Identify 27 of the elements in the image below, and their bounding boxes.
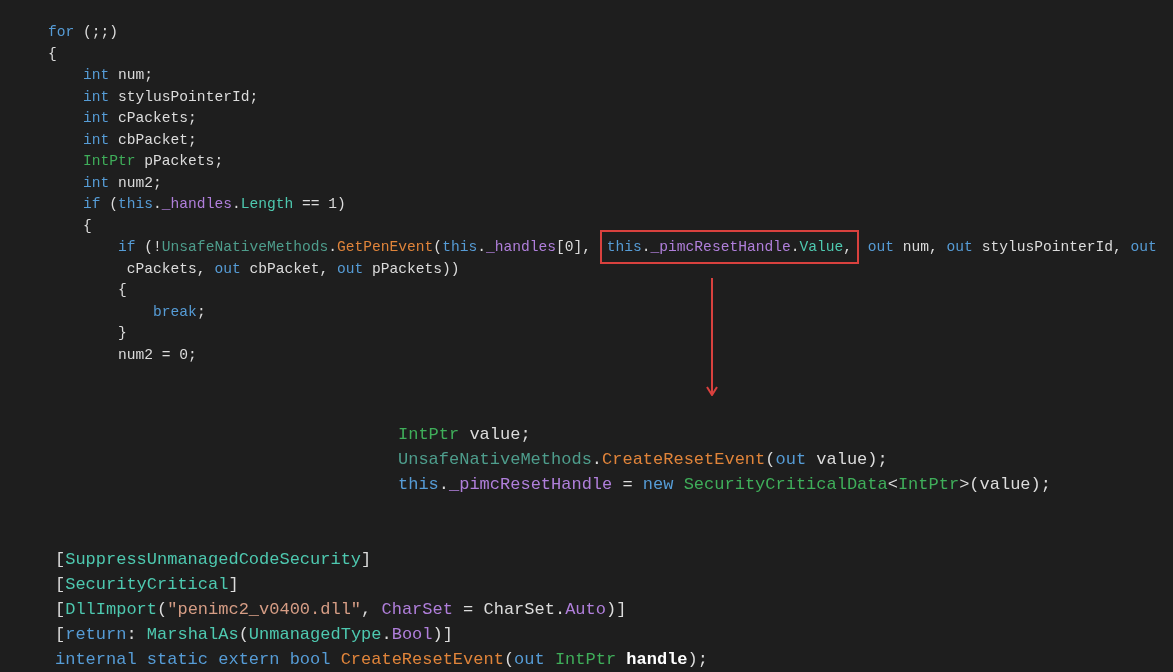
code-line: break; xyxy=(153,302,206,322)
code-line: [return: MarshalAs(UnmanagedType.Bool)] xyxy=(55,624,453,646)
code-line: int num; xyxy=(83,66,154,85)
code-line: { xyxy=(83,216,92,236)
code-line: int cbPacket; xyxy=(83,130,197,150)
arrow-icon xyxy=(706,278,718,396)
code-line: int cPackets; xyxy=(83,109,197,128)
code-line: this._pimcResetHandle = new SecurityCriticalData<IntPtr>(value); xyxy=(398,474,1051,496)
code-line: internal static extern bool CreateResetEvent(out IntPtr handle); xyxy=(55,649,708,671)
code-text: out num, out stylusPointerId, out xyxy=(866,239,1157,255)
code-line: int stylusPointerId; xyxy=(83,87,259,107)
code-line: [SuppressUnmanagedCodeSecurity] xyxy=(55,549,372,571)
code-line: [DllImport("penimc2_v0400.dll", CharSet = CharSet.Auto)] xyxy=(55,599,627,621)
code-line: int num2; xyxy=(83,173,162,193)
code-text: if (!UnsafeNativeMethods.GetPenEvent(this._handles[0], xyxy=(118,239,592,255)
code-line: [SecurityCritical] xyxy=(55,574,239,596)
highlight-box: this._pimcResetHandle.Value, xyxy=(599,230,860,264)
code-line: UnsafeNativeMethods.CreateResetEvent(out value); xyxy=(398,449,888,471)
code-line: num2 = 0; xyxy=(118,345,197,365)
code-line: IntPtr value; xyxy=(398,424,531,446)
code-line: if (this._handles.Length == 1) xyxy=(83,195,346,214)
code-line: cPackets, out cbPacket, out pPackets)) xyxy=(126,259,460,279)
code-line: IntPtr pPackets; xyxy=(83,152,224,171)
code-line: { xyxy=(118,281,127,300)
code-line: { xyxy=(48,44,57,64)
code-line: for (;;) xyxy=(48,23,119,42)
code-line: } xyxy=(118,324,127,343)
